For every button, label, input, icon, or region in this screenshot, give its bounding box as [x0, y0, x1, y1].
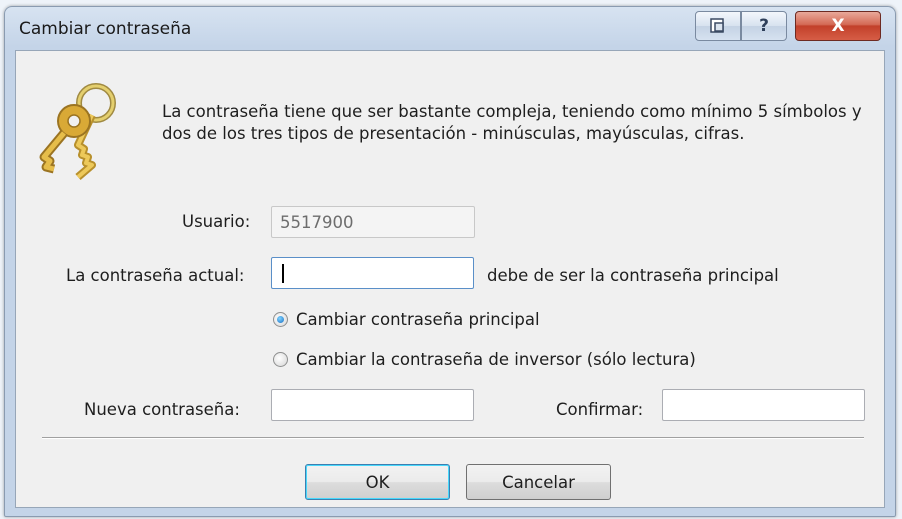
confirm-password-input[interactable]: [662, 389, 865, 421]
info-message: La contraseña tiene que ser bastante com…: [162, 102, 862, 143]
ok-button[interactable]: OK: [305, 464, 450, 500]
help-icon: ?: [759, 16, 769, 36]
radio-change-main-password[interactable]: Cambiar contraseña principal: [273, 310, 540, 329]
current-password-label: La contraseña actual:: [66, 266, 245, 285]
separator: [42, 437, 864, 439]
radio-button-checked[interactable]: [273, 312, 288, 327]
title-bar[interactable]: Cambiar contraseña ? X: [5, 7, 895, 55]
extra-window-button[interactable]: [695, 11, 741, 41]
new-password-label: Nueva contraseña:: [84, 400, 240, 419]
window-title: Cambiar contraseña: [19, 19, 192, 39]
dialog-body: La contraseña tiene que ser bastante com…: [15, 50, 885, 508]
text-caret: [282, 264, 284, 283]
help-button[interactable]: ?: [741, 11, 787, 41]
change-password-dialog: Cambiar contraseña ? X La contraseña tie…: [4, 6, 896, 517]
radio-label: Cambiar contraseña principal: [296, 310, 540, 329]
radio-button[interactable]: [273, 352, 288, 367]
current-password-hint: debe de ser la contraseña principal: [487, 266, 779, 285]
radio-label: Cambiar la contraseña de inversor (sólo …: [296, 350, 696, 369]
window-menu-icon: [710, 18, 724, 33]
user-label: Usuario:: [182, 212, 251, 231]
current-password-input[interactable]: [271, 257, 474, 289]
close-button[interactable]: X: [795, 11, 881, 41]
new-password-input[interactable]: [271, 389, 474, 421]
close-icon: X: [831, 16, 845, 36]
radio-change-investor-password[interactable]: Cambiar la contraseña de inversor (sólo …: [273, 350, 696, 369]
user-field: 5517900: [271, 206, 475, 238]
keys-icon: [39, 83, 116, 181]
confirm-label: Confirmar:: [556, 400, 644, 419]
cancel-button[interactable]: Cancelar: [466, 464, 611, 500]
